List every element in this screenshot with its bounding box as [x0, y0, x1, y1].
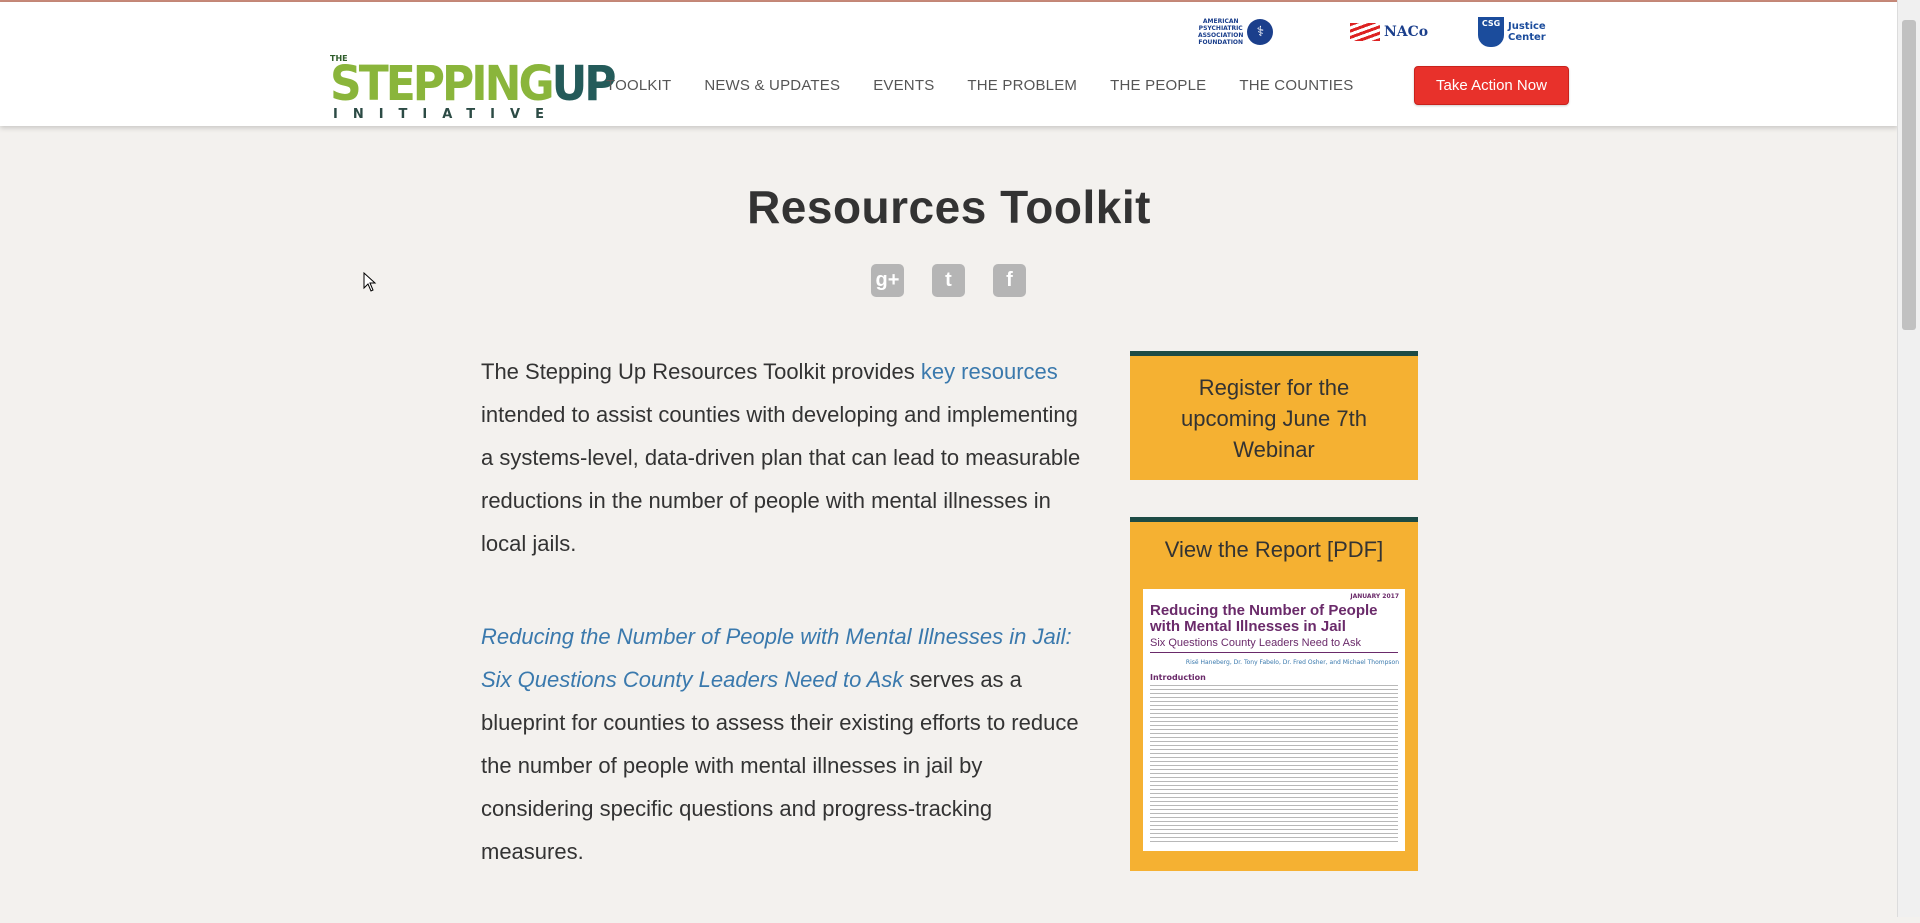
naco-logo-text: NACo [1384, 24, 1429, 40]
naco-flag-icon [1350, 23, 1380, 41]
nav-news-updates[interactable]: NEWS & UPDATES [704, 77, 840, 94]
site-header: THE STEPPINGUP INITIATIVE AMERICAN PSYCH… [0, 2, 1898, 126]
facebook-icon[interactable]: f [993, 264, 1026, 297]
register-webinar-card[interactable]: Register for the upcoming June 7th Webin… [1130, 351, 1418, 480]
view-report-card[interactable]: View the Report [PDF] JANUARY 2017 Reduc… [1130, 517, 1418, 871]
nav-events[interactable]: EVENTS [873, 77, 934, 94]
naco-logo[interactable]: NACo [1350, 14, 1428, 50]
report-body-text [1150, 685, 1398, 845]
apa-caduceus-icon: ⚕ [1247, 19, 1274, 45]
key-resources-link[interactable]: key resources [921, 359, 1058, 384]
scrollbar-thumb[interactable] [1902, 20, 1916, 330]
apa-foundation-logo[interactable]: AMERICAN PSYCHIATRIC ASSOCIATION FOUNDAT… [1198, 14, 1274, 50]
social-share: g+ t f [871, 264, 1026, 297]
report-intro-heading: Introduction [1150, 673, 1206, 682]
report-cover-subtitle: Six Questions County Leaders Need to Ask [1150, 637, 1361, 649]
page-scrollbar[interactable] [1897, 0, 1920, 917]
apa-logo-text: AMERICAN PSYCHIATRIC ASSOCIATION FOUNDAT… [1198, 18, 1244, 46]
nav-the-people[interactable]: THE PEOPLE [1110, 77, 1206, 94]
take-action-button[interactable]: Take Action Now [1414, 66, 1569, 105]
view-report-title[interactable]: View the Report [PDF] [1130, 537, 1418, 563]
nav-the-problem[interactable]: THE PROBLEM [967, 77, 1077, 94]
logo-initiative: INITIATIVE [333, 107, 559, 122]
csg-logo-text: Justice Center [1508, 21, 1546, 43]
nav-the-counties[interactable]: THE COUNTIES [1239, 77, 1353, 94]
csg-justice-center-logo[interactable]: CSG Justice Center [1478, 14, 1546, 50]
report-authors: Risë Haneberg, Dr. Tony Fabelo, Dr. Fred… [1185, 659, 1399, 666]
report-cover-thumbnail[interactable]: JANUARY 2017 Reducing the Number of Peop… [1143, 589, 1405, 851]
stepping-up-logo[interactable]: THE STEPPINGUP INITIATIVE [330, 54, 617, 122]
main-content: The Stepping Up Resources Toolkit provid… [481, 350, 1096, 923]
intro-paragraph: The Stepping Up Resources Toolkit provid… [481, 359, 1081, 556]
nav-toolkit[interactable]: TOOLKIT [606, 77, 671, 94]
mouse-cursor-icon [363, 272, 377, 292]
twitter-icon[interactable]: t [932, 264, 965, 297]
logo-wordmark: STEPPINGUP [330, 55, 617, 112]
page-title: Resources Toolkit [747, 181, 1151, 233]
report-paragraph: Reducing the Number of People with Menta… [481, 624, 1079, 864]
csg-shield-icon: CSG [1478, 17, 1504, 47]
report-divider [1150, 652, 1398, 653]
report-date: JANUARY 2017 [1350, 593, 1399, 600]
google-plus-icon[interactable]: g+ [871, 264, 904, 297]
main-nav: TOOLKIT NEWS & UPDATES EVENTS THE PROBLE… [606, 70, 1386, 100]
partner-logos: AMERICAN PSYCHIATRIC ASSOCIATION FOUNDAT… [1190, 14, 1570, 50]
report-cover-title: Reducing the Number of People with Menta… [1150, 602, 1378, 635]
